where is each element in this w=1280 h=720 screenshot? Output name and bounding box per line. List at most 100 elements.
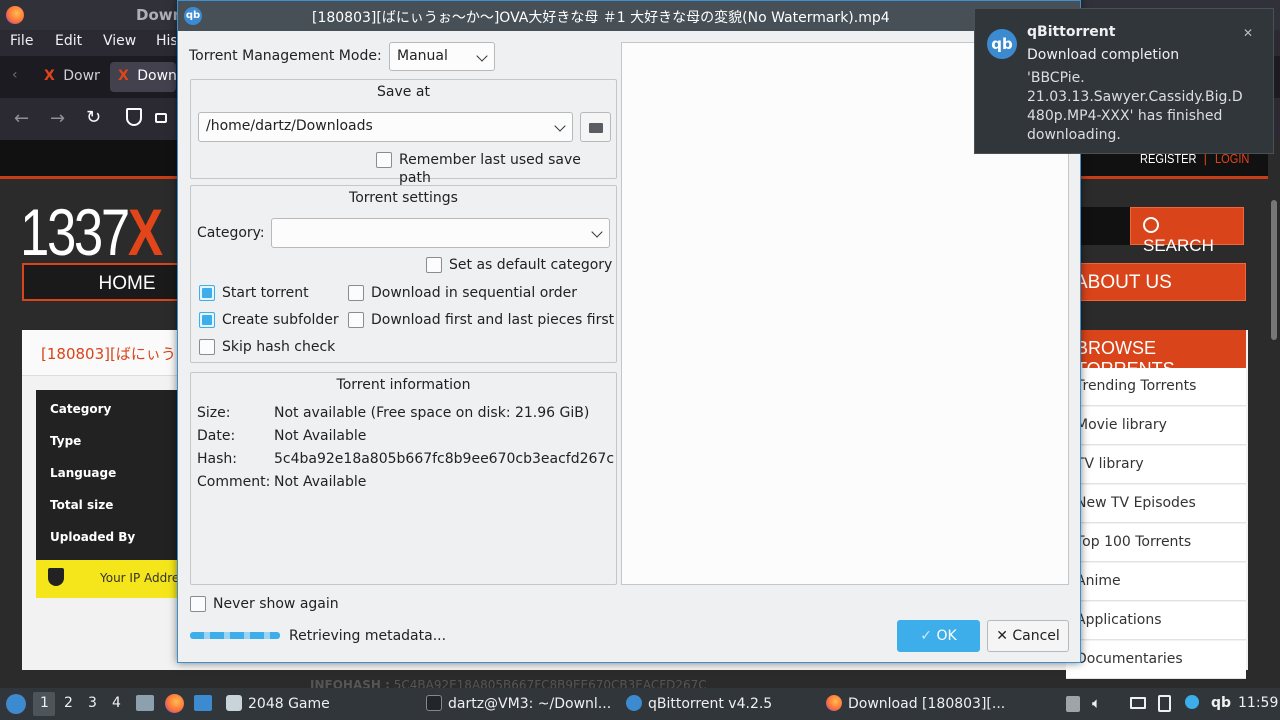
workspace-3[interactable]: 3 [88,695,97,711]
info-hash-label: Hash: [197,451,237,467]
task-label: 2048 Game [248,696,330,712]
shield-icon[interactable] [126,108,142,126]
info-row-total-size: Total size [50,498,114,512]
app-launcher-icon[interactable] [6,694,26,714]
torrent-settings-title: Torrent settings [349,190,458,206]
tab-download-1[interactable]: X Download [36,62,100,92]
browse-top-100[interactable]: Top 100 Torrents [1066,524,1246,562]
workspace-4[interactable]: 4 [112,695,121,711]
menu-file[interactable]: File [10,33,33,49]
never-show-again-checkbox[interactable]: Never show again [190,595,339,613]
page-scrollbar[interactable] [1268,140,1280,688]
torrent-settings-group: Torrent settings Category: Set as defaul… [190,185,617,363]
task-2048-game[interactable]: 2048 Game [226,688,330,720]
tab-favicon-icon: X [118,68,129,84]
info-table: Category Type Language Total size Upload… [36,390,186,560]
save-at-title: Save at [377,84,430,100]
set-default-category-checkbox[interactable]: Set as default category [426,256,612,274]
terminal-icon [426,695,442,711]
chevron-down-icon [591,226,603,238]
workspace-1[interactable]: 1 [40,695,49,711]
start-torrent-checkbox[interactable]: Start torrent [199,284,309,302]
infohash-label: INFOHASH : [310,678,390,688]
volume-icon[interactable]: 🔈︎ [1092,694,1101,712]
menu-edit[interactable]: Edit [55,33,82,49]
infohash-row: INFOHASH : 5C4BA92E18A805B667FC8B9EE670C… [310,678,707,688]
ok-button[interactable]: ✓ OK [897,620,980,652]
torrent-info-title: Torrent information [336,377,471,393]
category-combo[interactable] [271,218,610,248]
task-terminal[interactable]: dartz@VM3: ~/Downl... [426,688,611,720]
tab-download-2[interactable]: X Download [110,62,176,92]
browse-folder-button[interactable] [580,112,611,142]
info-date-value: Not Available [274,428,367,444]
first-last-pieces-checkbox[interactable]: Download first and last pieces first [348,311,614,329]
task-firefox[interactable]: Download [180803][... [826,688,1005,720]
page-scrollbar-thumb[interactable] [1271,200,1277,340]
task-label: dartz@VM3: ~/Downl... [448,696,612,712]
clipboard-icon[interactable] [1158,695,1171,712]
create-subfolder-label: Create subfolder [222,312,339,328]
show-desktop-icon[interactable] [194,695,212,711]
remember-save-path-label: Remember last used save path [399,152,581,186]
management-mode-label: Torrent Management Mode: [189,48,382,64]
task-qbittorrent[interactable]: qBittorrent v4.2.5 [626,688,772,720]
info-size-label: Size: [197,405,231,421]
create-subfolder-checkbox[interactable]: Create subfolder [199,311,339,329]
nav-about[interactable]: ABOUT US [1066,263,1246,301]
taskbar: 1 2 3 4 2048 Game dartz@VM3: ~/Downl... … [0,688,1280,720]
dialog-titlebar[interactable]: qb [180803][ばにぃうぉ～か～]OVA大好きな母 ＃1 大好きな母の変… [178,1,1080,31]
browse-documentaries[interactable]: Documentaries [1066,641,1246,679]
tab-label: Download [63,68,100,84]
management-mode-select[interactable]: Manual [389,42,495,71]
menu-history[interactable]: History [156,33,176,49]
qbittorrent-icon: qb [987,29,1017,59]
search-button[interactable]: SEARCH [1130,207,1244,255]
file-manager-icon[interactable] [136,695,154,711]
info-row-type: Type [50,434,82,448]
tabs-scroll-left-icon[interactable]: ‹ [12,67,18,83]
reload-icon[interactable]: ↻ [86,107,101,128]
skip-hash-check-label: Skip hash check [222,339,336,355]
skip-hash-check-checkbox[interactable]: Skip hash check [199,338,335,356]
browse-tv-library[interactable]: TV library [1066,446,1246,484]
browse-anime[interactable]: Anime [1066,563,1246,601]
browse-new-tv-episodes[interactable]: New TV Episodes [1066,485,1246,523]
window-icon [226,695,242,711]
qbittorrent-icon: qb [184,7,202,25]
checkbox-box [348,312,364,328]
workspace-2[interactable]: 2 [64,695,73,711]
forward-icon[interactable]: → [50,108,65,129]
firefox-launcher-icon[interactable] [165,694,184,713]
site-search-input[interactable] [1080,207,1130,245]
sequential-order-checkbox[interactable]: Download in sequential order [348,284,577,302]
display-icon[interactable] [1130,697,1146,709]
clock[interactable]: 11:59 [1238,695,1278,711]
browse-applications[interactable]: Applications [1066,602,1246,640]
ok-label: OK [936,628,957,644]
firefox-icon [6,6,24,24]
firefox-icon [826,695,842,711]
notification-title: Download completion [1027,47,1180,63]
save-path-combo[interactable]: /home/dartz/Downloads [198,112,573,142]
management-mode-value: Manual [397,48,448,64]
browse-trending[interactable]: Trending Torrents [1066,368,1246,406]
updates-icon[interactable] [1185,695,1199,709]
lock-icon[interactable] [155,113,167,123]
check-icon: ✓ [920,628,933,644]
remember-save-path-checkbox[interactable]: Remember last used save path [376,151,616,186]
cancel-button[interactable]: ✕ Cancel [987,620,1069,652]
close-icon: ✕ [996,628,1008,644]
tray-qbittorrent[interactable]: qb [1211,695,1231,711]
checkbox-box [199,312,215,328]
back-icon[interactable]: ← [14,108,29,129]
metadata-progress-bar [190,632,280,639]
browse-movie-library[interactable]: Movie library [1066,407,1246,445]
save-path-value: /home/dartz/Downloads [206,118,373,134]
notification-popup[interactable]: qb qBittorrent ✕ Download completion 'BB… [974,8,1274,154]
menu-view[interactable]: View [103,33,136,49]
site-logo[interactable]: 1337X [20,194,163,270]
notification-close-icon[interactable]: ✕ [1243,26,1253,40]
category-label: Category: [197,225,265,241]
drive-icon[interactable] [1066,696,1080,712]
